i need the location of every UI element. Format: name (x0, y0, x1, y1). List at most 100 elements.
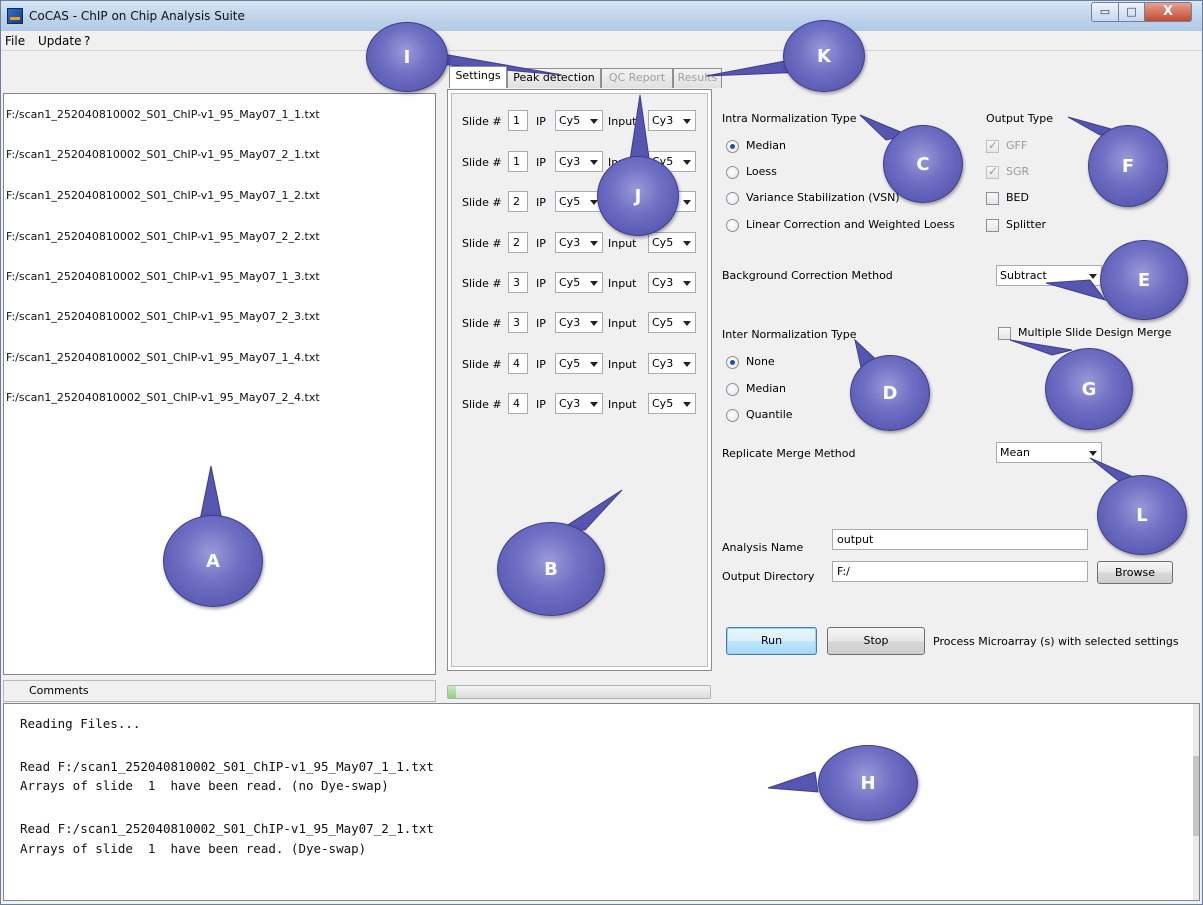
ip-channel-value: Cy3 (559, 316, 581, 329)
close-button[interactable]: X (1144, 2, 1192, 22)
chevron-down-icon (590, 402, 598, 407)
multiple-slide-merge-label[interactable]: Multiple Slide Design Merge (1018, 326, 1171, 339)
ip-channel-select[interactable]: Cy3 (555, 312, 603, 333)
replicate-merge-value: Mean (1000, 446, 1030, 459)
console-line: Arrays of slide 1 have been read. (no Dy… (20, 778, 389, 793)
file-list-item[interactable]: F:/scan1_252040810002_S01_ChIP-v1_95_May… (6, 148, 320, 161)
intra-linear-loess-label[interactable]: Linear Correction and Weighted Loess (746, 218, 955, 231)
slide-number-input[interactable]: 3 (508, 272, 528, 293)
tab-qc-report[interactable]: QC Report (601, 68, 673, 88)
output-bed-checkbox[interactable] (986, 192, 999, 205)
comments-label: Comments (3, 680, 436, 702)
callout-l: L (1097, 475, 1187, 555)
console-scroll-thumb[interactable] (1193, 756, 1199, 836)
input-channel-select[interactable]: Cy5 (648, 232, 696, 253)
console-line: Reading Files... (20, 716, 141, 731)
input-channel-value: Cy5 (652, 236, 674, 249)
callout-k: K (783, 20, 865, 92)
ip-channel-select[interactable]: Cy5 (555, 353, 603, 374)
title-bar[interactable]: CoCAS - ChIP on Chip Analysis Suite ▭ □ … (1, 1, 1202, 31)
console-line: Read F:/scan1_252040810002_S01_ChIP-v1_9… (20, 821, 434, 836)
tab-peak-detection[interactable]: Peak detection (507, 68, 601, 88)
slide-number-input[interactable]: 2 (508, 232, 528, 253)
menu-file[interactable]: File (5, 34, 25, 48)
ip-channel-select[interactable]: Cy3 (555, 232, 603, 253)
ip-channel-value: Cy5 (559, 357, 581, 370)
inter-none-label[interactable]: None (746, 355, 775, 368)
inter-none-radio[interactable] (726, 356, 739, 369)
maximize-button[interactable]: □ (1118, 2, 1145, 22)
ip-channel-select[interactable]: Cy3 (555, 151, 603, 172)
menu-help[interactable]: ? (84, 34, 90, 48)
ip-channel-select[interactable]: Cy3 (555, 393, 603, 414)
chevron-down-icon (590, 160, 598, 165)
intra-vsn-radio[interactable] (726, 192, 739, 205)
input-channel-select[interactable]: Cy3 (648, 353, 696, 374)
inter-median-label[interactable]: Median (746, 382, 786, 395)
input-label: Input (608, 237, 637, 250)
ip-channel-select[interactable]: Cy5 (555, 272, 603, 293)
ip-label: IP (536, 237, 546, 250)
output-sgr-label[interactable]: SGR (1006, 165, 1029, 178)
chevron-down-icon (590, 321, 598, 326)
ip-label: IP (536, 156, 546, 169)
inter-quantile-radio[interactable] (726, 409, 739, 422)
intra-median-label[interactable]: Median (746, 139, 786, 152)
intra-vsn-label[interactable]: Variance Stabilization (VSN) (746, 191, 900, 204)
output-gff-label[interactable]: GFF (1006, 139, 1027, 152)
minimize-button[interactable]: ▭ (1091, 2, 1119, 22)
browse-button[interactable]: Browse (1097, 561, 1173, 584)
output-bed-label[interactable]: BED (1006, 191, 1029, 204)
output-splitter-label[interactable]: Splitter (1006, 218, 1046, 231)
background-correction-select[interactable]: Subtract (996, 265, 1102, 286)
ip-channel-value: Cy3 (559, 397, 581, 410)
slide-number-input[interactable]: 1 (508, 110, 528, 131)
file-list-item[interactable]: F:/scan1_252040810002_S01_ChIP-v1_95_May… (6, 108, 320, 121)
console-output[interactable]: Reading Files... Read F:/scan1_252040810… (3, 703, 1200, 901)
tab-settings[interactable]: Settings (449, 66, 507, 88)
output-directory-input[interactable]: F:/ (832, 561, 1088, 582)
slide-number-input[interactable]: 4 (508, 393, 528, 414)
ip-channel-select[interactable]: Cy5 (555, 110, 603, 131)
intra-loess-radio[interactable] (726, 166, 739, 179)
output-sgr-checkbox[interactable] (986, 164, 999, 179)
file-list-item[interactable]: F:/scan1_252040810002_S01_ChIP-v1_95_May… (6, 189, 320, 202)
replicate-merge-select[interactable]: Mean (996, 442, 1102, 463)
file-list-item[interactable]: F:/scan1_252040810002_S01_ChIP-v1_95_May… (6, 391, 320, 404)
callout-b: B (497, 522, 605, 616)
file-list-item[interactable]: F:/scan1_252040810002_S01_ChIP-v1_95_May… (6, 270, 320, 283)
output-splitter-checkbox[interactable] (986, 219, 999, 232)
output-gff-checkbox[interactable] (986, 138, 999, 153)
slide-number-label: Slide # (462, 277, 502, 290)
input-channel-select[interactable]: Cy3 (648, 272, 696, 293)
ip-channel-select[interactable]: Cy5 (555, 191, 603, 212)
progress-bar (447, 685, 711, 699)
slide-number-input[interactable]: 3 (508, 312, 528, 333)
slide-number-input[interactable]: 1 (508, 151, 528, 172)
run-button[interactable]: Run (726, 627, 817, 655)
chevron-down-icon (683, 241, 691, 246)
analysis-name-input[interactable]: output (832, 529, 1088, 550)
menu-update[interactable]: Update (38, 34, 81, 48)
intra-linear-loess-radio[interactable] (726, 219, 739, 232)
ip-channel-value: Cy3 (559, 236, 581, 249)
callout-j: J (597, 156, 679, 236)
intra-median-radio[interactable] (726, 140, 739, 153)
inter-median-radio[interactable] (726, 383, 739, 396)
slide-number-input[interactable]: 2 (508, 191, 528, 212)
input-channel-select[interactable]: Cy3 (648, 110, 696, 131)
multiple-slide-merge-checkbox[interactable] (998, 327, 1011, 340)
console-scrollbar[interactable] (1193, 704, 1199, 900)
input-label: Input (608, 115, 637, 128)
file-list-item[interactable]: F:/scan1_252040810002_S01_ChIP-v1_95_May… (6, 351, 320, 364)
tab-results[interactable]: Results (673, 68, 722, 88)
file-list-item[interactable]: F:/scan1_252040810002_S01_ChIP-v1_95_May… (6, 310, 320, 323)
slide-number-input[interactable]: 4 (508, 353, 528, 374)
input-channel-select[interactable]: Cy5 (648, 393, 696, 414)
intra-loess-label[interactable]: Loess (746, 165, 777, 178)
inter-quantile-label[interactable]: Quantile (746, 408, 793, 421)
stop-button[interactable]: Stop (827, 627, 925, 655)
input-channel-select[interactable]: Cy5 (648, 312, 696, 333)
callout-c: C (883, 125, 963, 203)
file-list-item[interactable]: F:/scan1_252040810002_S01_ChIP-v1_95_May… (6, 230, 320, 243)
